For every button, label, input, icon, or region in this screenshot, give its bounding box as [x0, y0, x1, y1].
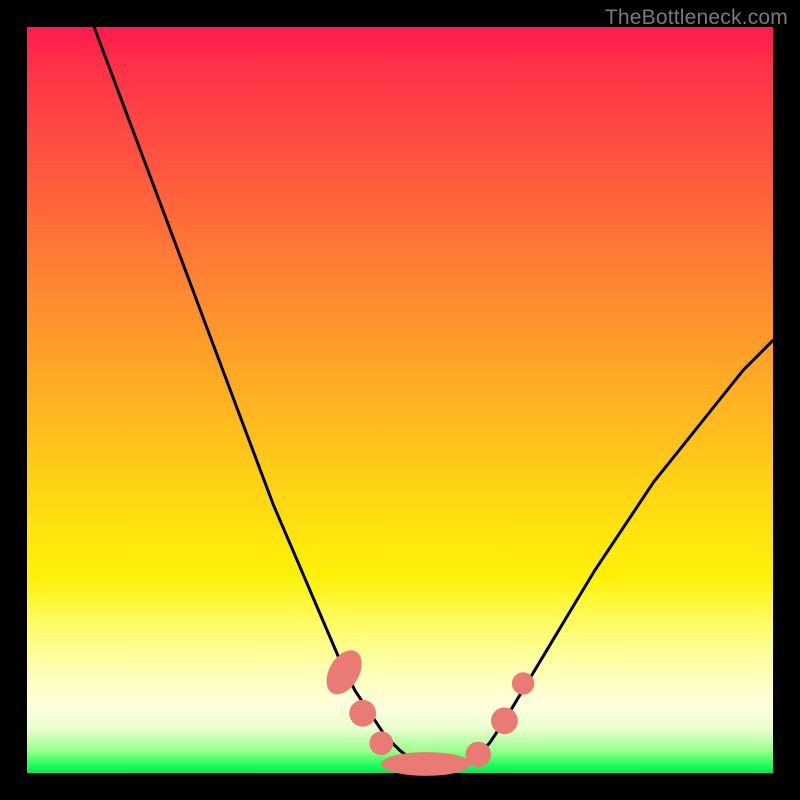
chart-marker [491, 707, 518, 734]
chart-marker [512, 672, 534, 694]
bottleneck-curve-path [94, 27, 773, 766]
chart-frame: TheBottleneck.com [0, 0, 800, 800]
chart-marker [381, 752, 471, 776]
chart-marker [349, 700, 376, 727]
chart-markers [319, 644, 534, 776]
chart-marker [319, 644, 369, 700]
chart-svg [27, 27, 773, 773]
watermark-text: TheBottleneck.com [605, 6, 788, 30]
chart-curve [94, 27, 773, 766]
chart-marker [369, 731, 393, 755]
chart-marker [466, 742, 491, 767]
chart-plot-area [27, 27, 773, 773]
